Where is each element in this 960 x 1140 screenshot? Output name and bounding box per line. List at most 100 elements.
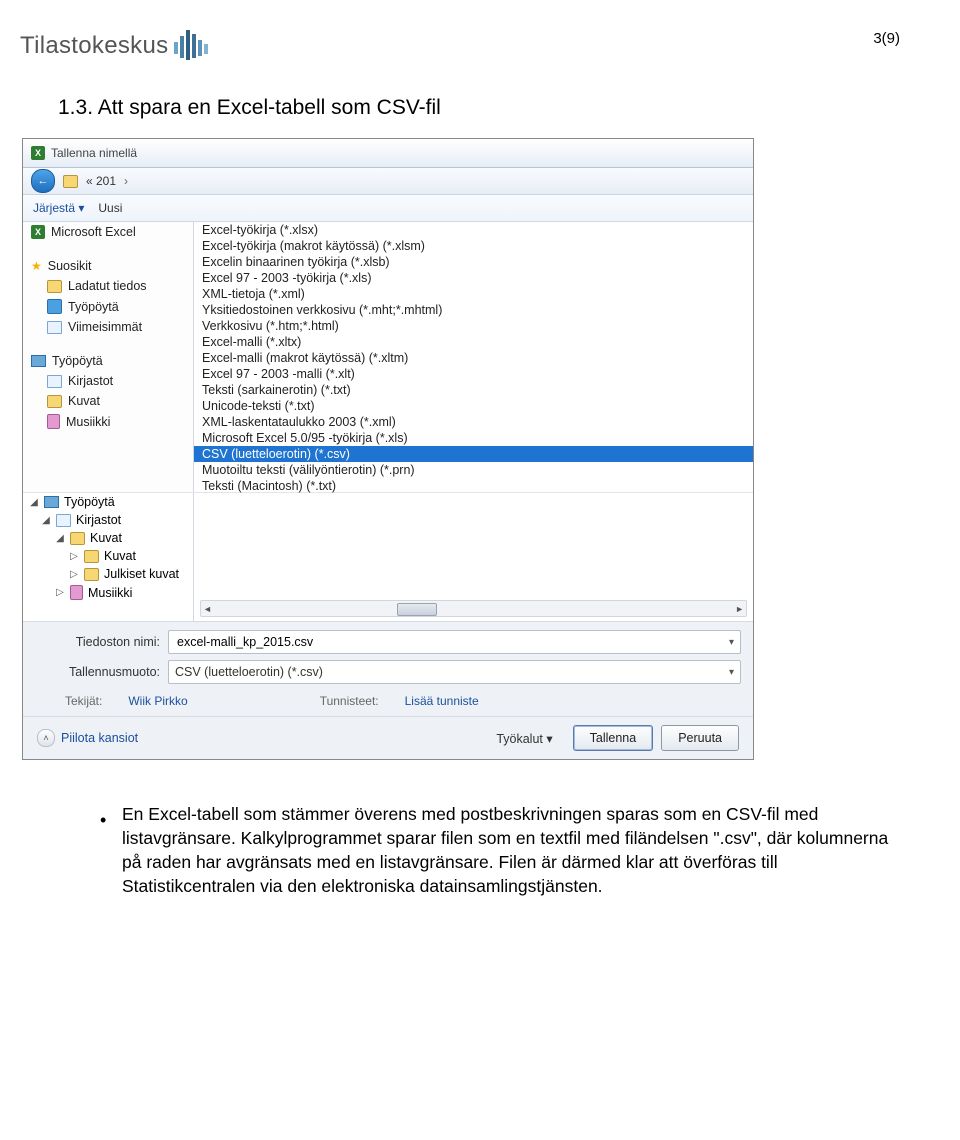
bullet-text: En Excel-tabell som stämmer överens med … (122, 802, 890, 899)
folder-icon (84, 568, 99, 581)
page-header: Tilastokeskus 3(9) (0, 0, 960, 72)
window-title: Tallenna nimellä (51, 146, 137, 160)
sidebar-item-favorites[interactable]: ★Suosikit (23, 256, 193, 276)
folder-tree-area: ◢Työpöytä ◢Kirjastot ◢Kuvat ▷Kuvat ▷Julk… (23, 492, 753, 621)
monitor-icon (31, 355, 46, 367)
filetype-field[interactable]: CSV (luetteloerotin) (*.csv) ▾ (168, 660, 741, 684)
page-number: 3(9) (873, 30, 900, 47)
scroll-thumb[interactable] (397, 603, 437, 616)
filetype-option[interactable]: Teksti (sarkainerotin) (*.txt) (194, 382, 753, 398)
window-titlebar: X Tallenna nimellä (23, 139, 753, 168)
sidebar-item-downloads[interactable]: Ladatut tiedos (23, 276, 193, 296)
filetype-option[interactable]: Excelin binaarinen työkirja (*.xlsb) (194, 254, 753, 270)
hide-folders-button[interactable]: ˄ Piilota kansiot (37, 729, 138, 747)
tags-label: Tunnisteet: (320, 694, 379, 708)
folder-icon (63, 175, 78, 188)
filetype-option[interactable]: XML-tietoja (*.xml) (194, 286, 753, 302)
tree-item-pictures2[interactable]: ▷Kuvat (23, 547, 193, 565)
desktop-icon (47, 299, 62, 314)
dialog-button-row: ˄ Piilota kansiot Työkalut ▾ Tallenna Pe… (23, 716, 753, 759)
logo-text: Tilastokeskus (20, 32, 168, 60)
filetype-dropdown-list[interactable]: Excel-työkirja (*.xlsx)Excel-työkirja (m… (194, 222, 753, 492)
excel-icon: X (31, 146, 45, 160)
new-folder-button[interactable]: Uusi (98, 201, 122, 215)
bullet-item: En Excel-tabell som stämmer överens med … (100, 802, 890, 899)
document-page: Tilastokeskus 3(9) 1.3. Att spara en Exc… (0, 0, 960, 1140)
filetype-option[interactable]: Excel 97 - 2003 -työkirja (*.xls) (194, 270, 753, 286)
sidebar-item-recent[interactable]: Viimeisimmät (23, 317, 193, 337)
filename-input[interactable] (175, 634, 729, 650)
tree-item-music[interactable]: ▷Musiikki (23, 583, 193, 602)
monitor-icon (44, 496, 59, 508)
tree-item-public-pictures[interactable]: ▷Julkiset kuvat (23, 565, 193, 583)
filetype-option[interactable]: Verkkosivu (*.htm;*.html) (194, 318, 753, 334)
sidebar-item-pictures[interactable]: Kuvat (23, 391, 193, 411)
bullet-list: En Excel-tabell som stämmer överens med … (0, 760, 960, 899)
form-area: Tiedoston nimi: ▾ Tallennusmuoto: CSV (l… (23, 621, 753, 716)
libraries-icon (56, 514, 71, 527)
tree-item-desktop[interactable]: ◢Työpöytä (23, 493, 193, 511)
filetype-option[interactable]: CSV (luetteloerotin) (*.csv) (194, 446, 753, 462)
filetype-option[interactable]: Excel-malli (makrot käytössä) (*.xltm) (194, 350, 753, 366)
filetype-option[interactable]: Yksitiedostoinen verkkosivu (*.mht;*.mht… (194, 302, 753, 318)
back-button[interactable]: ← (31, 169, 55, 193)
filetype-option[interactable]: Unicode-teksti (*.txt) (194, 398, 753, 414)
folder-icon (47, 395, 62, 408)
toolbar-row: Järjestä ▾ Uusi (23, 195, 753, 222)
filename-field[interactable]: ▾ (168, 630, 741, 654)
places-sidebar: XMicrosoft Excel ★Suosikit Ladatut tiedo… (23, 222, 194, 492)
tags-value[interactable]: Lisää tunniste (405, 694, 479, 708)
horizontal-scrollbar[interactable]: ◄ ► (200, 600, 747, 617)
tree-item-libraries[interactable]: ◢Kirjastot (23, 511, 193, 529)
chevron-down-icon[interactable]: ▾ (729, 637, 734, 648)
sidebar-item-desktop2[interactable]: Työpöytä (23, 351, 193, 371)
filetype-option[interactable]: Microsoft Excel 5.0/95 -työkirja (*.xls) (194, 430, 753, 446)
section-heading: 1.3. Att spara en Excel-tabell som CSV-f… (0, 72, 960, 138)
filetype-option[interactable]: Muotoiltu teksti (välilyöntierotin) (*.p… (194, 462, 753, 478)
nav-bar: ← « 201 › (23, 168, 753, 195)
star-icon: ★ (31, 259, 42, 273)
chevron-up-icon: ˄ (37, 729, 55, 747)
metadata-row: Tekijät: Wiik Pirkko Tunnisteet: Lisää t… (35, 690, 741, 712)
filetype-option[interactable]: Teksti (Macintosh) (*.txt) (194, 478, 753, 494)
filetype-option[interactable]: Excel-työkirja (*.xlsx) (194, 222, 753, 238)
tools-menu[interactable]: Työkalut ▾ (496, 731, 564, 746)
filetype-row: Tallennusmuoto: CSV (luetteloerotin) (*.… (35, 660, 741, 684)
bullet-icon (100, 802, 108, 899)
music-icon (47, 414, 60, 429)
scroll-right-icon[interactable]: ► (735, 604, 744, 614)
music-icon (70, 585, 83, 600)
sidebar-item-excel[interactable]: XMicrosoft Excel (23, 222, 193, 242)
sidebar-item-desktop[interactable]: Työpöytä (23, 296, 193, 317)
right-buttons: Työkalut ▾ Tallenna Peruuta (496, 725, 739, 751)
authors-value[interactable]: Wiik Pirkko (128, 694, 187, 708)
libraries-icon (47, 375, 62, 388)
chevron-down-icon[interactable]: ▾ (729, 667, 734, 678)
filetype-option[interactable]: Excel-malli (*.xltx) (194, 334, 753, 350)
folder-icon (47, 280, 62, 293)
recent-icon (47, 321, 62, 334)
filetype-option[interactable]: XML-laskentataulukko 2003 (*.xml) (194, 414, 753, 430)
logo-bars-icon (174, 30, 208, 62)
folder-icon (70, 532, 85, 545)
authors-label: Tekijät: (65, 694, 102, 708)
folder-tree: ◢Työpöytä ◢Kirjastot ◢Kuvat ▷Kuvat ▷Julk… (23, 493, 194, 621)
chevron-right-icon: › (124, 174, 128, 188)
save-dialog: X Tallenna nimellä ← « 201 › Järjestä ▾ … (22, 138, 754, 760)
filetype-option[interactable]: Excel-työkirja (makrot käytössä) (*.xlsm… (194, 238, 753, 254)
folder-icon (84, 550, 99, 563)
scroll-left-icon[interactable]: ◄ (203, 604, 212, 614)
excel-icon: X (31, 225, 45, 239)
cancel-button[interactable]: Peruuta (661, 725, 739, 751)
breadcrumb[interactable]: « 201 (86, 174, 116, 188)
dialog-body: XMicrosoft Excel ★Suosikit Ladatut tiedo… (23, 222, 753, 492)
save-button[interactable]: Tallenna (573, 725, 654, 751)
sidebar-item-music[interactable]: Musiikki (23, 411, 193, 432)
filetype-option[interactable]: Excel 97 - 2003 -malli (*.xlt) (194, 366, 753, 382)
filetype-selected: CSV (luetteloerotin) (*.csv) (175, 665, 323, 679)
filetype-label: Tallennusmuoto: (35, 665, 160, 679)
file-pane: ◄ ► (194, 493, 753, 621)
sidebar-item-libraries[interactable]: Kirjastot (23, 371, 193, 391)
organize-menu[interactable]: Järjestä ▾ (33, 201, 84, 215)
tree-item-pictures[interactable]: ◢Kuvat (23, 529, 193, 547)
